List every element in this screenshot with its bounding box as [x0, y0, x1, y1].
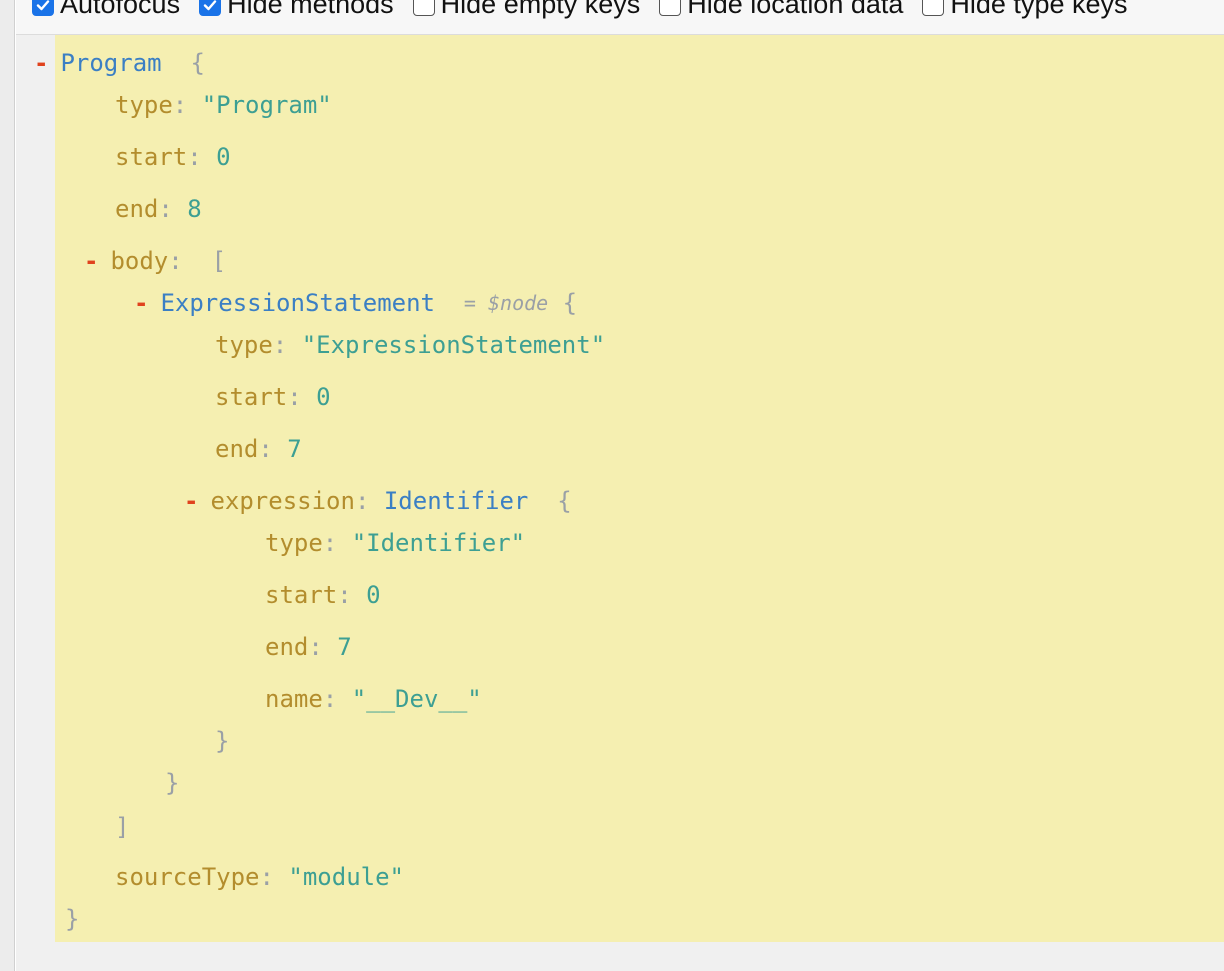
identifier-type-row: type: "Identifier": [265, 529, 526, 557]
body-open-bracket: [: [211, 247, 227, 275]
property-value: 7: [337, 633, 352, 661]
identifier-start-row: start: 0: [265, 581, 381, 609]
program-type-name[interactable]: Program: [60, 48, 161, 78]
property-key: type: [265, 529, 323, 557]
property-value: "Identifier": [351, 529, 526, 557]
body-close-bracket: ]: [115, 813, 130, 841]
expression-statement-open-brace: {: [562, 289, 578, 317]
program-start-row: start: 0: [115, 143, 231, 171]
identifier-close-brace: }: [215, 727, 230, 755]
property-key: end: [115, 195, 159, 223]
ast-tree: - Program { type: "Program" start: 0 end…: [0, 0, 1224, 971]
identifier-name-row: name: "__Dev__": [265, 685, 482, 713]
property-key: expression: [210, 487, 355, 515]
property-value: 8: [187, 195, 202, 223]
program-node-header: - Program {: [34, 48, 205, 78]
property-value: "module": [288, 863, 404, 891]
expression-statement-type-row: type: "ExpressionStatement": [215, 331, 606, 359]
expression-statement-close-brace: }: [165, 769, 180, 797]
program-open-brace: {: [190, 49, 205, 77]
property-key: type: [215, 331, 273, 359]
property-key: body: [110, 247, 169, 275]
property-key: end: [215, 435, 259, 463]
property-value: 7: [287, 435, 302, 463]
program-source-type-row: sourceType: "module": [115, 863, 404, 891]
program-type-row: type: "Program": [115, 91, 332, 119]
property-value: 0: [216, 143, 231, 171]
node-annotation: = $node: [463, 291, 549, 315]
expression-statement-type-name[interactable]: ExpressionStatement: [160, 288, 435, 318]
body-node-header: - body: [: [84, 246, 227, 276]
expression-statement-start-row: start: 0: [215, 383, 331, 411]
property-key: start: [265, 581, 338, 609]
property-value: 0: [316, 383, 331, 411]
property-value: "ExpressionStatement": [301, 331, 606, 359]
property-key: start: [215, 383, 288, 411]
expression-node-header: - expression: Identifier {: [184, 486, 572, 516]
property-value: "Program": [201, 91, 332, 119]
property-value: "__Dev__": [351, 685, 482, 713]
body-collapse-toggle[interactable]: -: [84, 246, 98, 276]
program-end-row: end: 8: [115, 195, 202, 223]
property-key: sourceType: [115, 863, 260, 891]
property-key: end: [265, 633, 309, 661]
identifier-end-row: end: 7: [265, 633, 352, 661]
property-value: 0: [366, 581, 381, 609]
property-key: type: [115, 91, 173, 119]
property-key: start: [115, 143, 188, 171]
expression-statement-end-row: end: 7: [215, 435, 302, 463]
expression-statement-node-header: - ExpressionStatement = $node {: [134, 288, 577, 318]
program-collapse-toggle[interactable]: -: [34, 48, 48, 78]
expression-collapse-toggle[interactable]: -: [184, 486, 198, 516]
expression-statement-collapse-toggle[interactable]: -: [134, 288, 148, 318]
property-key: name: [265, 685, 323, 713]
identifier-type-name[interactable]: Identifier: [384, 486, 529, 516]
program-close-brace: }: [65, 905, 80, 933]
identifier-open-brace: {: [557, 487, 572, 515]
